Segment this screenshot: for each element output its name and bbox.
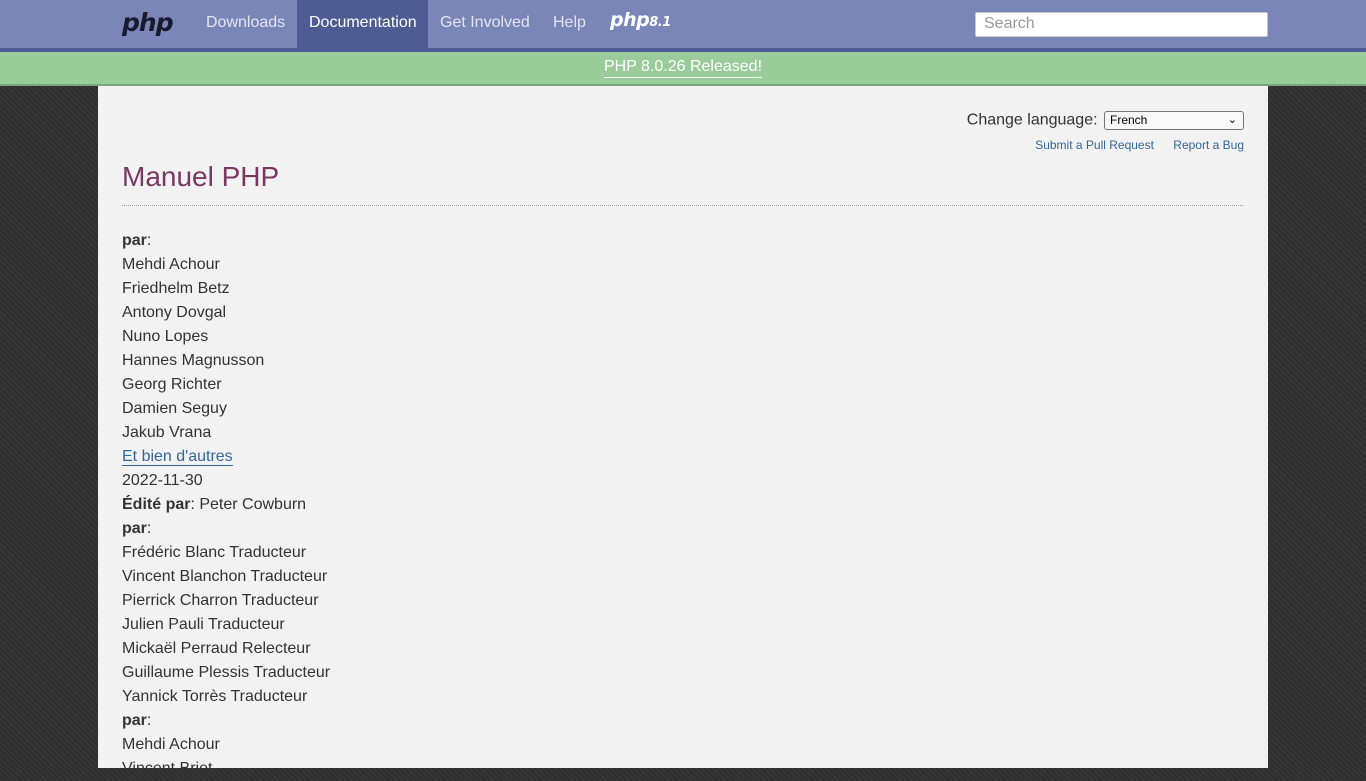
main-content: Change language: French ⌄ Submit a Pull R… [98,86,1268,777]
language-select[interactable]: French ⌄ [1104,111,1244,130]
change-language: Change language: French ⌄ [967,111,1244,130]
list-item: Frédéric Blanc Traducteur [122,544,307,561]
nav-help[interactable]: Help [541,0,598,48]
search-input[interactable]: Search [975,12,1268,37]
list-item: par: [122,232,152,249]
release-link[interactable]: PHP 8.0.26 Released! [603,57,763,78]
php-logo[interactable]: php [122,8,174,37]
report-bug-link[interactable]: Report a Bug [1173,138,1244,152]
page-title: Manuel PHP [122,161,280,192]
top-navbar: php Downloads Documentation Get Involved… [0,0,1366,52]
list-item: Vincent Briet [122,760,213,777]
release-banner: PHP 8.0.26 Released! [0,52,1366,86]
list-item: Édité par: Peter Cowburn [122,496,307,513]
list-item: Damien Seguy [122,400,227,417]
list-item: Friedhelm Betz [122,280,230,297]
php-version-logo[interactable]: php8.1 [610,9,671,31]
list-item: Et bien d'autres [122,445,330,469]
list-item: Vincent Blanchon Traducteur [122,568,328,585]
list-item: Georg Richter [122,376,222,393]
edit-links: Submit a Pull Request Report a Bug [1019,138,1244,152]
list-item: Antony Dovgal [122,304,227,321]
title-divider [122,205,1243,206]
nav-documentation[interactable]: Documentation [297,0,428,48]
list-item: Nuno Lopes [122,328,209,345]
list-item: Yannick Torrès Traducteur [122,688,308,705]
nav-get-involved[interactable]: Get Involved [428,0,542,48]
list-item: Mehdi Achour [122,736,220,753]
list-item: Mickaël Perraud Relecteur [122,640,311,657]
credits-list: par: Mehdi Achour Friedhelm Betz Antony … [122,229,330,781]
list-item: par: [122,712,152,729]
chevron-down-icon: ⌄ [1227,114,1237,126]
list-item: 2022-11-30 [122,472,203,489]
list-item: Pierrick Charron Traducteur [122,592,319,609]
list-item: Mehdi Achour [122,256,220,273]
list-item: Julien Pauli Traducteur [122,616,285,633]
list-item: par: [122,520,152,537]
more-authors-link[interactable]: Et bien d'autres [122,448,233,466]
list-item: Guillaume Plessis Traducteur [122,664,331,681]
change-language-label: Change language: [966,111,1098,129]
list-item: Jakub Vrana [122,424,212,441]
submit-pull-request-link[interactable]: Submit a Pull Request [1035,138,1154,152]
nav-downloads[interactable]: Downloads [194,0,297,48]
list-item: Hannes Magnusson [122,352,265,369]
